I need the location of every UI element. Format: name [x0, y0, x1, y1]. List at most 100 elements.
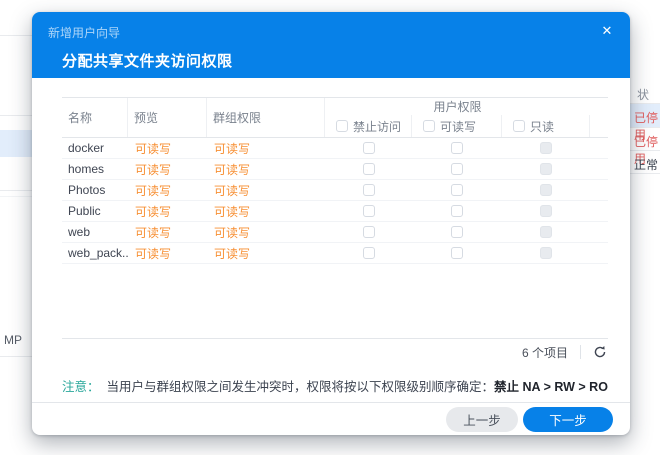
no-access-checkbox-cell — [325, 226, 412, 238]
folder-name-cell: homes — [62, 162, 128, 176]
read-only-checkbox-cell — [502, 247, 590, 259]
read-write-checkbox-cell — [412, 247, 502, 259]
no-access-label: 禁止访问 — [353, 118, 401, 135]
table-footer: 6 个项目 — [62, 338, 608, 365]
preview-permission-cell: 可读写 — [128, 161, 207, 178]
background-selected-row — [0, 130, 32, 157]
read-only-checkbox — [540, 184, 552, 196]
background-status-value: 正常 — [634, 156, 658, 173]
folder-name-cell: web_pack... — [62, 246, 128, 260]
table-row[interactable]: Public可读写可读写 — [62, 201, 608, 222]
shared-folder-permissions-table: 名称 预览 群组权限 用户权限 禁止访问 可读写 只读 — [62, 97, 608, 264]
window-title: 新增用户向导 — [48, 24, 120, 41]
refresh-button[interactable] — [592, 344, 608, 360]
close-button[interactable]: ✕ — [598, 22, 616, 40]
read-only-checkbox-cell — [502, 163, 590, 175]
add-user-wizard-dialog: 新增用户向导 ✕ 分配共享文件夹访问权限 名称 预览 群组权限 用户权限 禁止访… — [32, 12, 630, 435]
column-header-read-only[interactable]: 只读 — [502, 115, 590, 137]
note-priority-order: 禁止 NA > RW > RO — [494, 380, 608, 394]
read-only-checkbox — [540, 142, 552, 154]
no-access-checkbox[interactable] — [363, 205, 375, 217]
close-icon: ✕ — [602, 23, 613, 39]
background-row-divider — [0, 35, 32, 36]
next-step-button[interactable]: 下一步 — [523, 407, 613, 432]
no-access-checkbox-cell — [325, 163, 412, 175]
no-access-checkbox[interactable] — [363, 247, 375, 259]
read-only-checkbox-cell — [502, 184, 590, 196]
read-write-checkbox[interactable] — [451, 184, 463, 196]
read-only-select-all-checkbox[interactable] — [513, 120, 525, 132]
folder-name-cell: Photos — [62, 183, 128, 197]
dialog-header: 新增用户向导 ✕ 分配共享文件夹访问权限 — [32, 12, 630, 78]
background-row-divider — [630, 173, 660, 174]
column-header-name[interactable]: 名称 — [62, 98, 128, 137]
read-write-checkbox-cell — [412, 142, 502, 154]
table-row[interactable]: web可读写可读写 — [62, 222, 608, 243]
no-access-checkbox[interactable] — [363, 163, 375, 175]
background-row-divider — [630, 150, 660, 151]
preview-permission-cell: 可读写 — [128, 203, 207, 220]
background-row-divider — [0, 115, 32, 116]
read-write-label: 可读写 — [440, 118, 476, 135]
conflict-note: 注意：当用户与群组权限之间发生冲突时，权限将按以下权限级别顺序确定：禁止 NA … — [62, 376, 606, 395]
column-group-user-permission: 用户权限 禁止访问 可读写 只读 — [325, 98, 590, 137]
no-access-checkbox-cell — [325, 142, 412, 154]
table-header: 名称 预览 群组权限 用户权限 禁止访问 可读写 只读 — [62, 97, 608, 138]
preview-permission-cell: 可读写 — [128, 224, 207, 241]
read-write-checkbox-cell — [412, 205, 502, 217]
no-access-checkbox[interactable] — [363, 184, 375, 196]
read-write-checkbox[interactable] — [451, 205, 463, 217]
no-access-checkbox[interactable] — [363, 226, 375, 238]
table-row[interactable]: homes可读写可读写 — [62, 159, 608, 180]
read-only-checkbox-cell — [502, 205, 590, 217]
folder-name-cell: web — [62, 225, 128, 239]
no-access-checkbox-cell — [325, 247, 412, 259]
table-row[interactable]: docker可读写可读写 — [62, 138, 608, 159]
no-access-checkbox[interactable] — [363, 142, 375, 154]
item-count: 6 个项目 — [522, 344, 568, 361]
preview-permission-cell: 可读写 — [128, 182, 207, 199]
preview-permission-cell: 可读写 — [128, 140, 207, 157]
folder-name-cell: Public — [62, 204, 128, 218]
page-title: 分配共享文件夹访问权限 — [62, 50, 233, 71]
column-header-preview[interactable]: 预览 — [128, 98, 207, 137]
background-cell-text: MP — [4, 333, 22, 347]
read-only-checkbox — [540, 226, 552, 238]
read-write-checkbox[interactable] — [451, 163, 463, 175]
group-permission-cell: 可读写 — [207, 203, 325, 220]
table-row[interactable]: web_pack...可读写可读写 — [62, 243, 608, 264]
read-write-select-all-checkbox[interactable] — [423, 120, 435, 132]
column-header-read-write[interactable]: 可读写 — [412, 115, 502, 137]
user-permission-group-label: 用户权限 — [325, 98, 590, 115]
read-only-checkbox — [540, 205, 552, 217]
column-header-group-permission[interactable]: 群组权限 — [207, 98, 325, 137]
table-row[interactable]: Photos可读写可读写 — [62, 180, 608, 201]
read-write-checkbox-cell — [412, 184, 502, 196]
read-write-checkbox[interactable] — [451, 247, 463, 259]
no-access-checkbox-cell — [325, 205, 412, 217]
read-only-checkbox-cell — [502, 142, 590, 154]
header-filler-cell — [590, 98, 608, 137]
user-permission-subheader: 禁止访问 可读写 只读 — [325, 115, 590, 137]
group-permission-cell: 可读写 — [207, 245, 325, 262]
column-header-no-access[interactable]: 禁止访问 — [325, 115, 412, 137]
read-write-checkbox[interactable] — [451, 142, 463, 154]
read-write-checkbox-cell — [412, 163, 502, 175]
no-access-select-all-checkbox[interactable] — [336, 120, 348, 132]
note-text: 当用户与群组权限之间发生冲突时，权限将按以下权限级别顺序确定： — [107, 380, 495, 394]
group-permission-cell: 可读写 — [207, 140, 325, 157]
background-row-divider — [630, 127, 660, 128]
background-row-divider — [0, 190, 32, 191]
background-row-divider — [0, 196, 32, 197]
folder-name-cell: docker — [62, 141, 128, 155]
background-row-divider — [0, 356, 32, 357]
read-write-checkbox[interactable] — [451, 226, 463, 238]
table-body: docker可读写可读写homes可读写可读写Photos可读写可读写Publi… — [62, 138, 608, 264]
footer-divider — [580, 345, 581, 359]
previous-step-button[interactable]: 上一步 — [446, 407, 518, 432]
preview-permission-cell: 可读写 — [128, 245, 207, 262]
group-permission-cell: 可读写 — [207, 224, 325, 241]
refresh-icon — [593, 345, 607, 359]
read-only-checkbox — [540, 247, 552, 259]
group-permission-cell: 可读写 — [207, 161, 325, 178]
